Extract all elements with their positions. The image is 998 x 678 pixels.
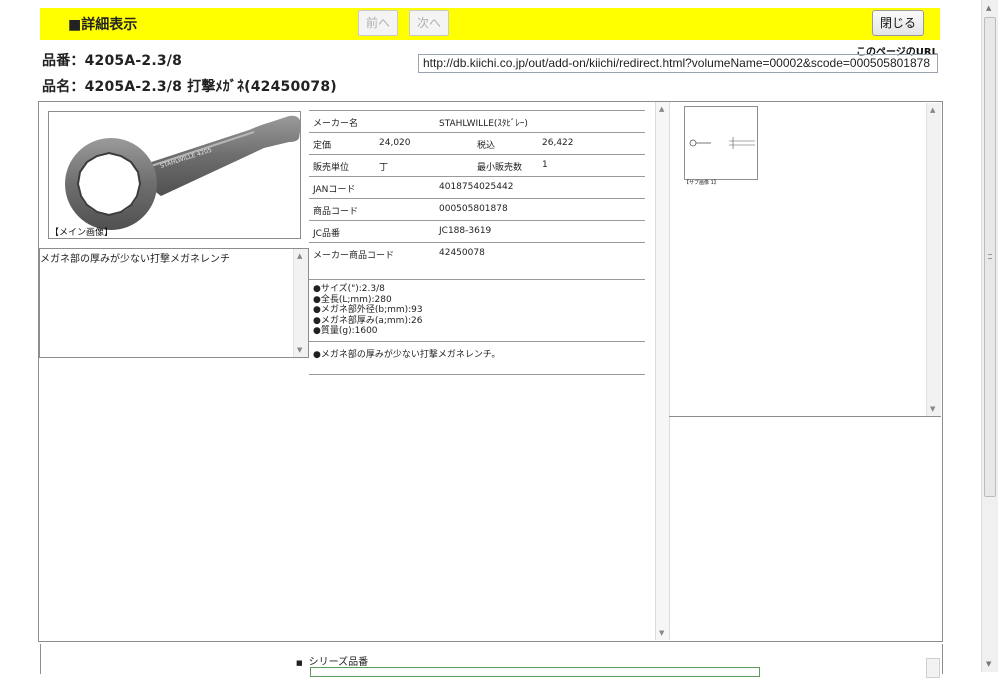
spec-value: 4018754025442: [439, 182, 514, 192]
spec-row-maker: メーカー名 STAHLWILLE(ｽﾀﾋﾞﾚｰ): [309, 110, 645, 132]
spec-label: 税込: [477, 141, 496, 151]
page-scroll-thumb[interactable]: [984, 17, 996, 497]
series-heading: ■ シリーズ品番: [296, 653, 368, 668]
scroll-down-icon[interactable]: ▼: [930, 405, 935, 413]
spec-bullets: ●サイズ("):2.3/8 ●全長(L;mm):280 ●メガネ部外径(b;mm…: [309, 279, 645, 341]
scroll-down-icon[interactable]: ▼: [986, 660, 991, 668]
scroll-down-icon[interactable]: ▼: [297, 346, 302, 354]
spec-label: 定価: [313, 141, 332, 151]
sub-image-thumbnail[interactable]: [684, 106, 758, 180]
wrench-diagram-image: [689, 137, 755, 149]
prev-button[interactable]: 前へ: [358, 10, 398, 36]
spec-bullet: ●メガネ部外径(b;mm):93: [313, 305, 423, 315]
spec-value: 26,422: [542, 138, 574, 148]
page-url-field[interactable]: http://db.kiichi.co.jp/out/add-on/kiichi…: [418, 54, 938, 73]
series-scrollbar[interactable]: [926, 658, 940, 678]
detail-scrollbar[interactable]: ▲ ▼: [655, 102, 670, 640]
main-image-caption: 【メイン画像】: [50, 228, 114, 238]
sub-image-scrollbar[interactable]: ▲ ▼: [926, 103, 941, 416]
spec-row-product-code: 商品コード 000505801878: [309, 198, 645, 220]
spec-value: 丁: [379, 163, 389, 173]
spec-label: メーカー名: [313, 119, 359, 129]
scroll-up-icon[interactable]: ▲: [297, 252, 302, 260]
wrench-image: STAHLWILLE 4205: [65, 115, 301, 230]
spec-label: 商品コード: [313, 207, 359, 217]
main-image[interactable]: STAHLWILLE 4205 【メイン画像】: [48, 111, 301, 239]
spec-table: メーカー名 STAHLWILLE(ｽﾀﾋﾞﾚｰ) 定価 24,020 税込 26…: [309, 110, 645, 375]
spec-row-jc: JC品番 JC188-3619: [309, 220, 645, 242]
spec-label: 販売単位: [313, 163, 350, 173]
spec-value: 24,020: [379, 138, 411, 148]
description-text: メガネ部の厚みが少ない打撃メガネレンチ: [40, 254, 230, 265]
scroll-up-icon[interactable]: ▲: [659, 105, 664, 113]
series-table: [310, 667, 760, 677]
spec-value: 000505801878: [439, 204, 508, 214]
description-textarea[interactable]: メガネ部の厚みが少ない打撃メガネレンチ ▲ ▼: [39, 248, 309, 358]
spec-value: 1: [542, 160, 548, 170]
spec-value: 42450078: [439, 248, 485, 258]
next-button[interactable]: 次へ: [409, 10, 449, 36]
spec-value: STAHLWILLE(ｽﾀﾋﾞﾚｰ): [439, 119, 528, 129]
spec-row-maker-code: メーカー商品コード 42450078: [309, 242, 645, 279]
spec-label: 最小販売数: [477, 163, 523, 173]
scroll-down-icon[interactable]: ▼: [659, 629, 664, 637]
spec-bullet: ●全長(L;mm):280: [313, 294, 392, 305]
product-name: 品名：4205A-2.3/8 打撃ﾒｶﾞﾈ(42450078): [42, 79, 337, 95]
spec-row-price: 定価 24,020 税込 26,422: [309, 132, 645, 154]
scroll-up-icon[interactable]: ▲: [930, 106, 935, 114]
spec-label: JANコード: [313, 185, 356, 195]
spec-note: ●メガネ部の厚みが少ない打撃メガネレンチ。: [309, 340, 645, 375]
spec-bullet: ●メガネ部厚み(a;mm):26: [313, 315, 423, 326]
scroll-up-icon[interactable]: ▲: [986, 4, 991, 12]
close-button[interactable]: 閉じる: [872, 10, 924, 36]
description-scrollbar[interactable]: ▲ ▼: [293, 249, 308, 357]
sub-image-caption: 【サブ画像 1】: [684, 180, 719, 186]
product-code: 品番：4205A-2.3/8: [42, 53, 183, 69]
spec-value: JC188-3619: [439, 226, 492, 236]
spec-bullet: ●質量(g):1600: [313, 326, 378, 336]
toolbar: ■詳細表示 前へ 次へ 閉じる: [40, 8, 940, 40]
spec-row-jan: JANコード 4018754025442: [309, 176, 645, 198]
spec-label: JC品番: [313, 229, 340, 239]
spec-row-unit: 販売単位 丁 最小販売数 1: [309, 154, 645, 176]
page-title: ■詳細表示: [68, 17, 138, 33]
bullet-icon: ■: [296, 659, 303, 667]
spec-label: メーカー商品コード: [313, 251, 395, 261]
spec-bullet: ●サイズ("):2.3/8: [313, 284, 385, 294]
